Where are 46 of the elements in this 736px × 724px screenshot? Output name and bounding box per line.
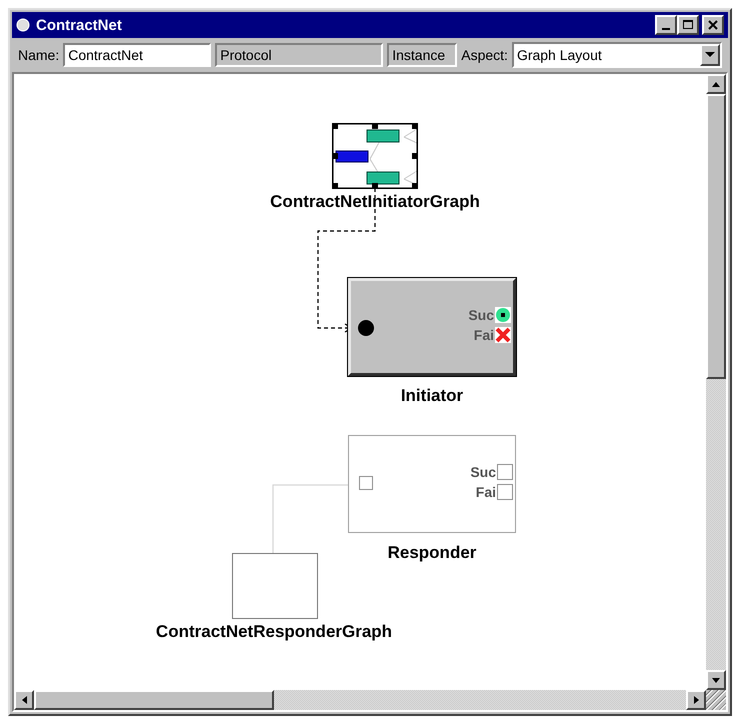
graph-label: ContractNetInitiatorGraph xyxy=(270,192,480,212)
aspect-label: Aspect: xyxy=(461,47,508,63)
name-field[interactable]: ContractNet xyxy=(63,43,212,67)
fail-port-icon xyxy=(497,484,513,500)
horizontal-scrollbar[interactable] xyxy=(14,690,706,710)
window-title: ContractNet xyxy=(36,16,123,34)
graph-node[interactable] xyxy=(232,553,318,619)
close-icon xyxy=(708,20,718,30)
protocol-field: Protocol xyxy=(215,43,384,67)
minimize-icon xyxy=(662,28,670,30)
arrow-left-icon xyxy=(22,696,26,704)
scroll-up-button[interactable] xyxy=(706,74,726,94)
instance-field: Instance xyxy=(387,43,458,67)
scroll-left-button[interactable] xyxy=(14,690,34,710)
success-port-icon xyxy=(497,464,513,480)
input-port-icon xyxy=(359,476,373,490)
success-port-icon xyxy=(495,307,511,323)
scroll-right-button[interactable] xyxy=(686,690,706,710)
component-node[interactable]: Suc Fai xyxy=(348,278,516,376)
app-icon xyxy=(16,18,30,32)
name-label: Name: xyxy=(18,47,60,63)
minimize-button[interactable] xyxy=(655,15,677,35)
port-label: Suc xyxy=(468,307,494,323)
graph-label: ContractNetResponderGraph xyxy=(156,622,392,642)
scroll-thumb[interactable] xyxy=(706,94,726,379)
port-label: Fai xyxy=(476,484,496,500)
caret-down-icon xyxy=(705,52,715,58)
scroll-down-button[interactable] xyxy=(706,670,726,690)
fail-port-icon xyxy=(495,327,511,343)
component-label: Initiator xyxy=(400,386,464,406)
maximize-icon xyxy=(683,20,693,30)
arrow-up-icon xyxy=(712,82,720,86)
component-node[interactable]: Suc Fai xyxy=(348,435,516,533)
scroll-thumb[interactable] xyxy=(34,690,274,710)
close-button[interactable] xyxy=(702,15,724,35)
port-label: Suc xyxy=(470,464,496,480)
maximize-button[interactable] xyxy=(677,15,699,35)
aspect-dropdown[interactable]: Graph Layout xyxy=(512,42,722,68)
resize-grip[interactable] xyxy=(706,690,726,710)
vertical-scrollbar[interactable] xyxy=(706,74,726,690)
input-port-icon xyxy=(357,319,375,337)
arrow-down-icon xyxy=(712,678,720,682)
selected-graph-node[interactable] xyxy=(332,123,418,189)
arrow-right-icon xyxy=(694,696,698,704)
port-label: Fai xyxy=(474,327,494,343)
component-label: Responder xyxy=(388,543,476,563)
